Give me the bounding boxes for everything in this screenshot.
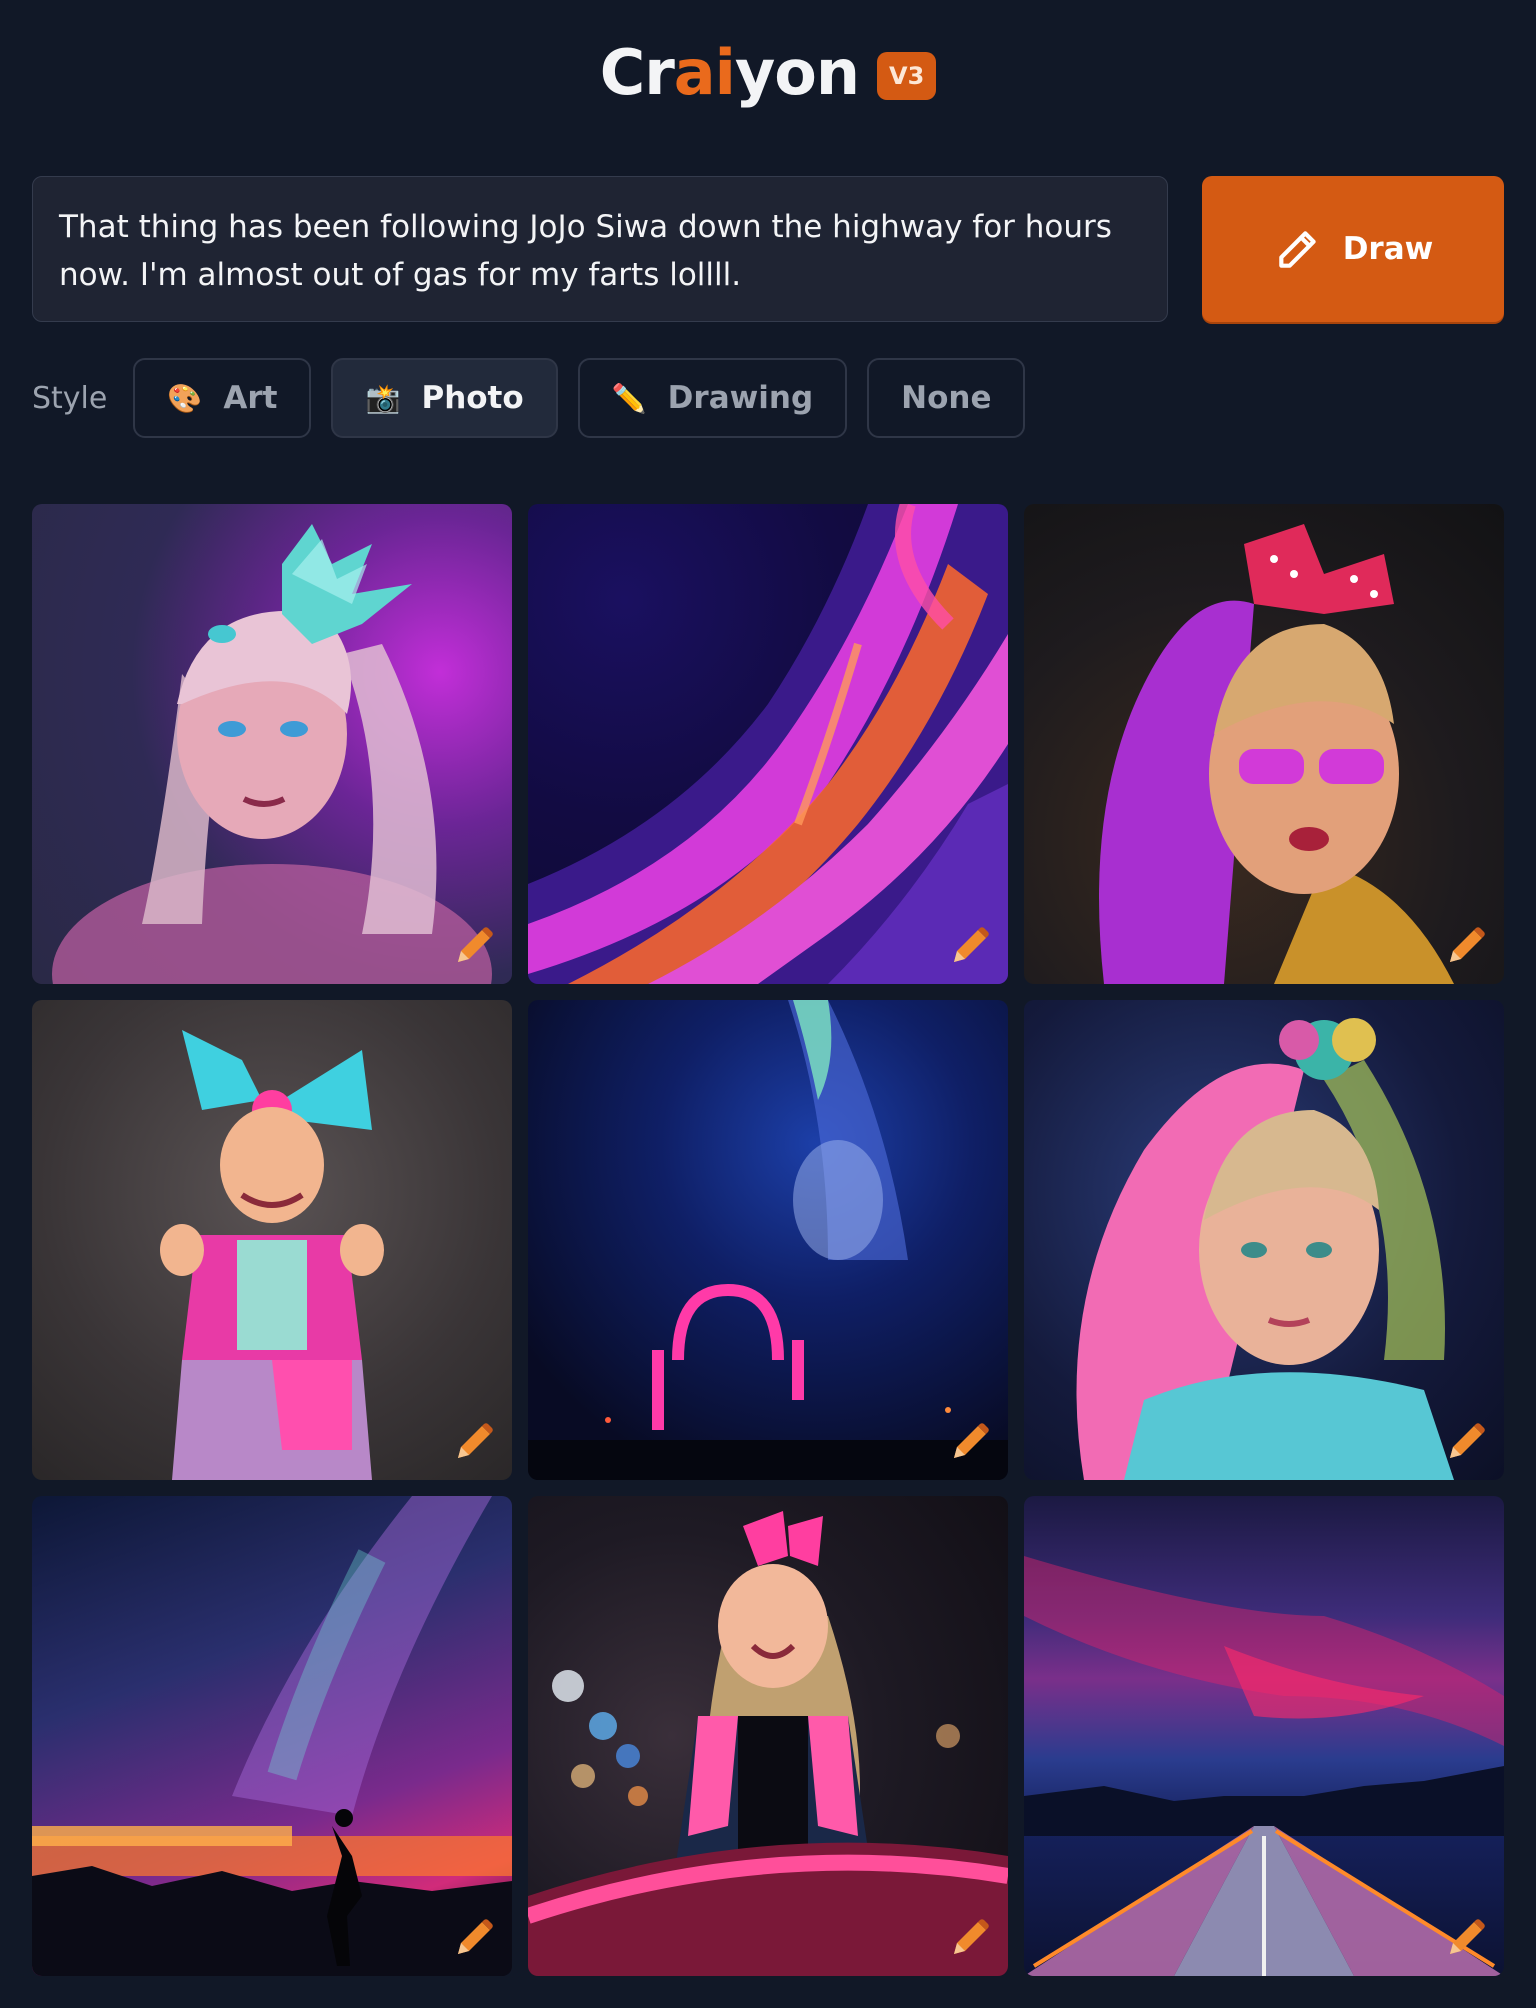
style-selector: Style 🎨 Art 📸 Photo ✏️ Drawing None <box>32 356 1026 440</box>
pencil-icon[interactable] <box>946 1914 994 1962</box>
result-image[interactable] <box>528 1000 1008 1480</box>
style-option-label: Art <box>223 380 278 416</box>
pencil-icon[interactable] <box>1442 922 1490 970</box>
draw-button[interactable]: Draw <box>1202 176 1504 322</box>
pencil-icon <box>1278 231 1316 268</box>
generated-image <box>1024 1556 1504 1976</box>
result-image[interactable] <box>1024 504 1504 984</box>
style-label: Style <box>32 380 108 416</box>
generated-image <box>528 1000 1008 1480</box>
generated-image <box>160 1030 384 1480</box>
style-option-label: None <box>901 380 992 416</box>
result-image[interactable] <box>1024 1000 1504 1480</box>
prompt-input[interactable]: That thing has been following JoJo Siwa … <box>32 176 1168 322</box>
style-option-art[interactable]: 🎨 Art <box>133 358 312 438</box>
generated-image <box>1076 1018 1454 1480</box>
style-option-label: Photo <box>421 380 524 416</box>
pencil-icon[interactable] <box>946 922 994 970</box>
pencil-icon[interactable] <box>450 922 498 970</box>
generated-image <box>528 504 1008 984</box>
result-image[interactable] <box>32 1496 512 1976</box>
result-image[interactable] <box>32 1000 512 1480</box>
results-grid <box>32 504 1504 1976</box>
generated-image <box>32 1496 512 1976</box>
pencil-icon[interactable] <box>1442 1418 1490 1466</box>
draw-button-label: Draw <box>1342 231 1434 267</box>
pencil-icon: ✏️ <box>611 381 647 415</box>
logo-wordmark: Craiyon <box>599 36 860 109</box>
generated-image <box>52 524 492 984</box>
style-option-label: Drawing <box>667 380 814 416</box>
result-image[interactable] <box>528 504 1008 984</box>
style-option-drawing[interactable]: ✏️ Drawing <box>577 358 848 438</box>
craiyon-page: Craiyon V3 That thing has been following… <box>0 0 1536 2008</box>
style-option-photo[interactable]: 📸 Photo <box>331 358 558 438</box>
generated-image <box>1099 524 1454 984</box>
pencil-icon[interactable] <box>946 1418 994 1466</box>
pencil-icon[interactable] <box>1442 1914 1490 1962</box>
palette-icon: 🎨 <box>167 381 203 415</box>
pencil-icon[interactable] <box>450 1914 498 1962</box>
version-badge: V3 <box>877 52 937 100</box>
result-image[interactable] <box>528 1496 1008 1976</box>
result-image[interactable] <box>32 504 512 984</box>
style-option-none[interactable]: None <box>867 358 1026 438</box>
logo[interactable]: Craiyon V3 <box>0 42 1536 104</box>
result-image[interactable] <box>1024 1496 1504 1976</box>
camera-icon: 📸 <box>365 381 401 415</box>
generated-image <box>528 1511 1008 1976</box>
pencil-icon[interactable] <box>450 1418 498 1466</box>
